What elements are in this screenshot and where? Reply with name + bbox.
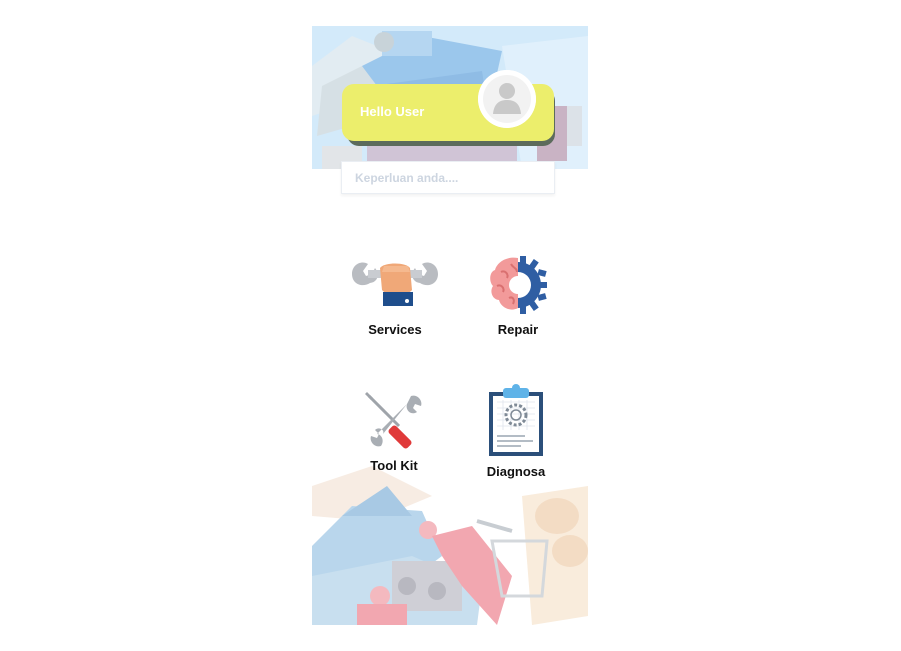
menu-item-services[interactable]: Services bbox=[340, 254, 450, 337]
app-screen: Hello User Services bbox=[312, 26, 588, 625]
avatar[interactable] bbox=[478, 70, 536, 128]
user-avatar-icon bbox=[478, 70, 536, 128]
menu-item-tool-kit[interactable]: Tool Kit bbox=[339, 390, 449, 473]
brain-gear-icon bbox=[490, 256, 547, 314]
clipboard-icon bbox=[489, 384, 543, 456]
menu-label-repair: Repair bbox=[497, 322, 539, 337]
tool-kit-icon bbox=[365, 392, 422, 449]
search-input[interactable] bbox=[341, 161, 555, 194]
menu-item-repair[interactable]: Repair bbox=[463, 254, 573, 337]
hand-wrench-icon bbox=[352, 262, 438, 306]
menu-label-tool-kit: Tool Kit bbox=[370, 458, 418, 473]
menu-item-diagnosa[interactable]: Diagnosa bbox=[461, 382, 571, 479]
greeting-text: Hello User bbox=[360, 104, 425, 119]
menu-label-diagnosa: Diagnosa bbox=[486, 464, 546, 479]
menu-label-services: Services bbox=[368, 322, 422, 337]
